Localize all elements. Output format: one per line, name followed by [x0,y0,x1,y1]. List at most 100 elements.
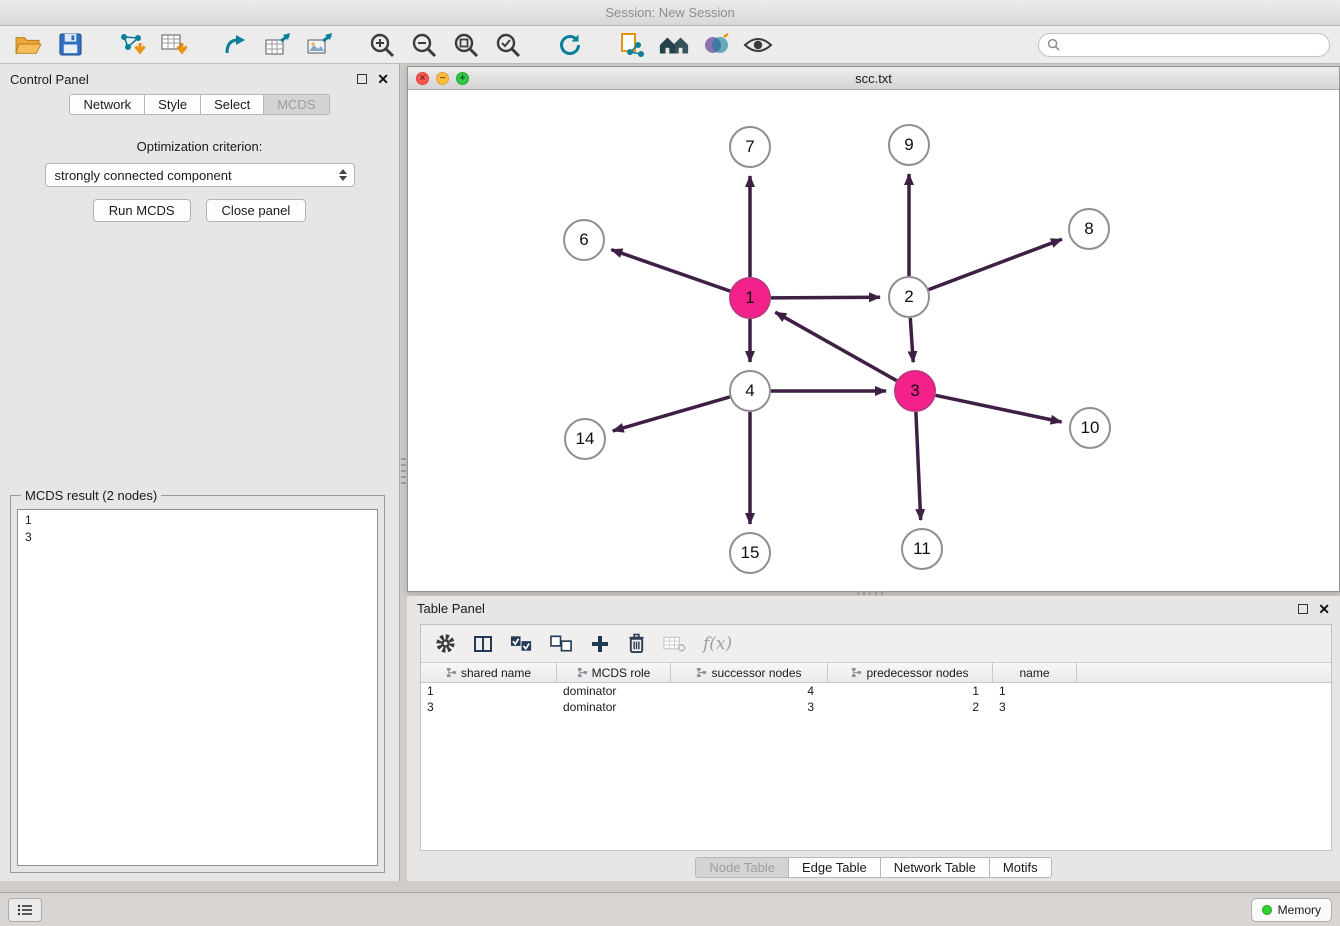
close-panel-icon[interactable]: ✕ [377,74,389,84]
graph-node-15[interactable]: 15 [729,532,771,574]
table-settings-button[interactable] [435,633,456,654]
tab-mcds[interactable]: MCDS [263,94,329,115]
graph-edge-2-3[interactable] [910,318,913,362]
graph-node-10[interactable]: 10 [1069,407,1111,449]
graph-node-8[interactable]: 8 [1068,208,1110,250]
column-header-mcds-role[interactable]: MCDS role [557,663,671,683]
search-input[interactable] [1066,38,1321,52]
criterion-value: strongly connected component [55,168,232,183]
column-header-successor-nodes[interactable]: successor nodes [671,663,828,683]
graph-node-7[interactable]: 7 [729,126,771,168]
refresh-button[interactable] [552,29,588,61]
graph-edge-2-8[interactable] [929,239,1062,289]
delete-table-button[interactable] [663,635,686,653]
network-clipboard-button[interactable] [614,29,650,61]
tab-style[interactable]: Style [144,94,201,115]
export-image-button[interactable] [302,29,338,61]
zoom-selected-button[interactable] [490,29,526,61]
function-builder-button[interactable]: f(x) [703,634,732,654]
show-columns-button[interactable] [473,634,493,654]
cell-successor-nodes[interactable]: 4 [671,684,828,698]
import-table-button[interactable] [156,29,192,61]
eye-icon [743,35,773,55]
graph-node-4[interactable]: 4 [729,370,771,412]
home-button[interactable] [656,29,692,61]
graph-edge-1-6[interactable] [611,250,730,292]
fx-icon: f(x) [703,634,732,654]
close-table-panel-icon[interactable]: ✕ [1318,604,1330,614]
global-search[interactable] [1038,33,1330,57]
column-header-shared-name[interactable]: shared name [421,663,557,683]
cell-name[interactable]: 1 [993,684,1077,698]
cell-mcds-role[interactable]: dominator [557,700,671,714]
maximize-window-button[interactable]: + [456,72,469,85]
tab-network[interactable]: Network [69,94,145,115]
tab-select[interactable]: Select [200,94,264,115]
home-icon [658,33,690,57]
export-table-button[interactable] [260,29,296,61]
column-header-name[interactable]: name [993,663,1077,683]
add-column-button[interactable] [590,634,610,654]
minimize-window-button[interactable]: − [436,72,449,85]
new-network-button[interactable] [218,29,254,61]
cell-predecessor-nodes[interactable]: 2 [828,700,993,714]
graph-node-14[interactable]: 14 [564,418,606,460]
column-header-predecessor-nodes[interactable]: predecessor nodes [828,663,993,683]
open-session-button[interactable] [10,29,46,61]
column-type-icon [851,667,862,678]
graph-node-3[interactable]: 3 [894,370,936,412]
float-panel-icon[interactable] [357,74,367,84]
export-image-icon [306,32,334,58]
cell-predecessor-nodes[interactable]: 1 [828,684,993,698]
zoom-fit-button[interactable] [448,29,484,61]
style-button[interactable] [698,29,734,61]
tab-edge-table[interactable]: Edge Table [788,857,881,878]
table-row[interactable]: 3 dominator 3 2 3 [421,699,1331,715]
cell-mcds-role[interactable]: dominator [557,684,671,698]
deselect-all-button[interactable] [550,635,573,653]
main-toolbar [0,26,1340,64]
graph-edge-3-10[interactable] [936,395,1062,422]
close-window-button[interactable]: × [416,72,429,85]
run-mcds-button[interactable]: Run MCDS [93,199,191,222]
network-canvas[interactable]: 7 9 6 8 1 2 4 3 14 10 15 11 [408,90,1339,591]
status-bar: Memory [0,892,1340,926]
memory-button[interactable]: Memory [1251,898,1332,922]
vertical-splitter[interactable] [401,458,406,488]
table-column-headers: shared name MCDS role successor nodes pr… [421,663,1331,683]
graph-node-9[interactable]: 9 [888,124,930,166]
tab-network-table[interactable]: Network Table [880,857,990,878]
graph-edge-1-2[interactable] [771,297,880,298]
zoom-out-button[interactable] [406,29,442,61]
cell-shared-name[interactable]: 1 [421,684,557,698]
tab-motifs[interactable]: Motifs [989,857,1052,878]
zoom-in-button[interactable] [364,29,400,61]
graph-node-6[interactable]: 6 [563,219,605,261]
graph-edge-3-11[interactable] [916,412,921,520]
task-history-button[interactable] [8,898,42,922]
graph-node-1[interactable]: 1 [729,277,771,319]
horizontal-splitter[interactable] [857,591,887,595]
visibility-button[interactable] [740,29,776,61]
graph-edge-4-14[interactable] [613,397,730,431]
cell-shared-name[interactable]: 3 [421,700,557,714]
table-row[interactable]: 1 dominator 4 1 1 [421,683,1331,699]
control-panel-tabs: Network Style Select MCDS [0,94,399,115]
delete-column-button[interactable] [627,633,646,654]
clipboard-share-icon [619,32,645,58]
column-type-icon [446,667,457,678]
mcds-result-list[interactable]: 1 3 [17,509,378,866]
save-session-button[interactable] [52,29,88,61]
float-table-panel-icon[interactable] [1298,604,1308,614]
close-panel-button[interactable]: Close panel [206,199,307,222]
import-network-button[interactable] [114,29,150,61]
cell-successor-nodes[interactable]: 3 [671,700,828,714]
graph-node-2[interactable]: 2 [888,276,930,318]
criterion-dropdown[interactable]: strongly connected component [45,163,355,187]
tab-node-table[interactable]: Node Table [695,857,789,878]
select-all-button[interactable] [510,635,533,653]
table-panel-title: Table Panel [417,601,485,616]
graph-edge-3-1[interactable] [775,312,896,381]
graph-node-11[interactable]: 11 [901,528,943,570]
cell-name[interactable]: 3 [993,700,1077,714]
